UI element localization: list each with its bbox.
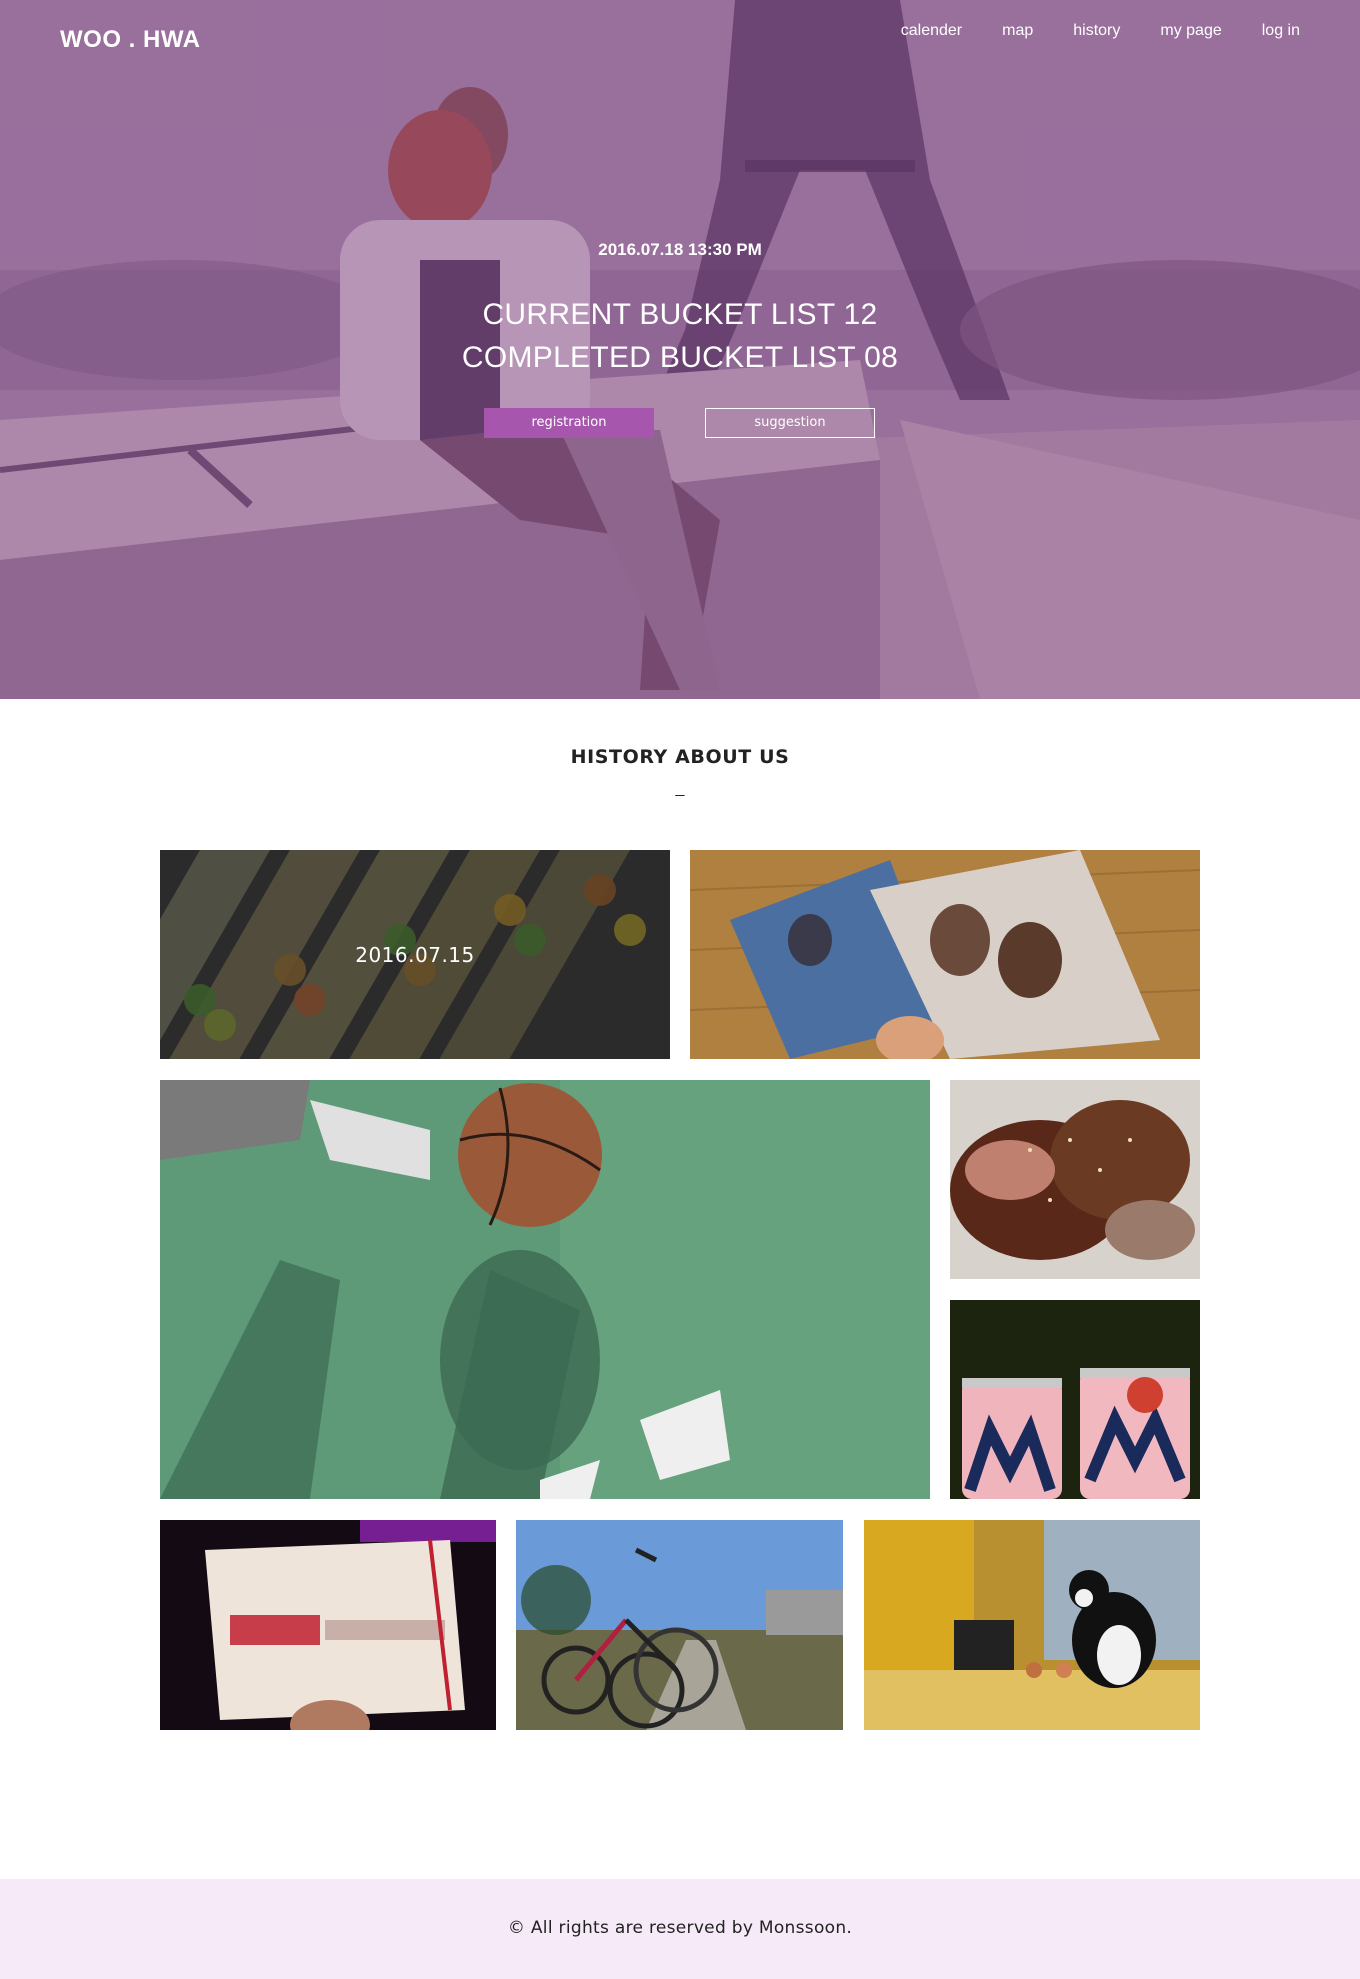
current-bucket-count: CURRENT BUCKET LIST 12 (482, 298, 878, 331)
max-beer-cans-photo (950, 1300, 1200, 1499)
top-navigation: WOO . HWA calender map history my page l… (0, 0, 1360, 80)
main-menu: calender map history my page log in (881, 22, 1360, 40)
title-divider: _ (675, 780, 685, 797)
nav-map[interactable]: map (982, 22, 1053, 40)
hero-banner: WOO . HWA calender map history my page l… (0, 0, 1360, 699)
cat-on-windowsill-photo (864, 1520, 1200, 1730)
photo-cards-photo (690, 850, 1200, 1059)
copyright-text: © All rights are reserved by Monssoon. (507, 1918, 853, 1938)
site-logo[interactable]: WOO . HWA (60, 26, 200, 54)
history-tile-macarons[interactable]: 2016.07.15 (160, 850, 670, 1059)
history-tile-basketball[interactable] (160, 1080, 930, 1499)
history-tile-photo-cards[interactable] (690, 850, 1200, 1059)
registration-button[interactable]: registration (484, 408, 654, 438)
history-tile-cat[interactable] (864, 1520, 1200, 1730)
bicycles-photo (516, 1520, 843, 1730)
love-actually-ticket-photo (160, 1520, 496, 1730)
history-tile-max-cans[interactable] (950, 1300, 1200, 1499)
tile-date-caption: 2016.07.15 (355, 942, 475, 967)
site-footer: © All rights are reserved by Monssoon. (0, 1879, 1360, 1979)
history-tile-ticket[interactable] (160, 1520, 496, 1730)
history-tile-bicycles[interactable] (516, 1520, 843, 1730)
history-tile-braised-pork[interactable] (950, 1080, 1200, 1279)
nav-my-page[interactable]: my page (1140, 22, 1241, 40)
history-section-title: HISTORY ABOUT US (570, 746, 790, 768)
suggestion-button[interactable]: suggestion (705, 408, 875, 438)
braised-pork-photo (950, 1080, 1200, 1279)
completed-bucket-count: COMPLETED BUCKET LIST 08 (461, 341, 899, 374)
nav-history[interactable]: history (1053, 22, 1140, 40)
nav-calender[interactable]: calender (881, 22, 982, 40)
hero-datetime: 2016.07.18 13:30 PM (598, 240, 762, 259)
basketball-court-photo (160, 1080, 930, 1499)
nav-log-in[interactable]: log in (1242, 22, 1360, 40)
